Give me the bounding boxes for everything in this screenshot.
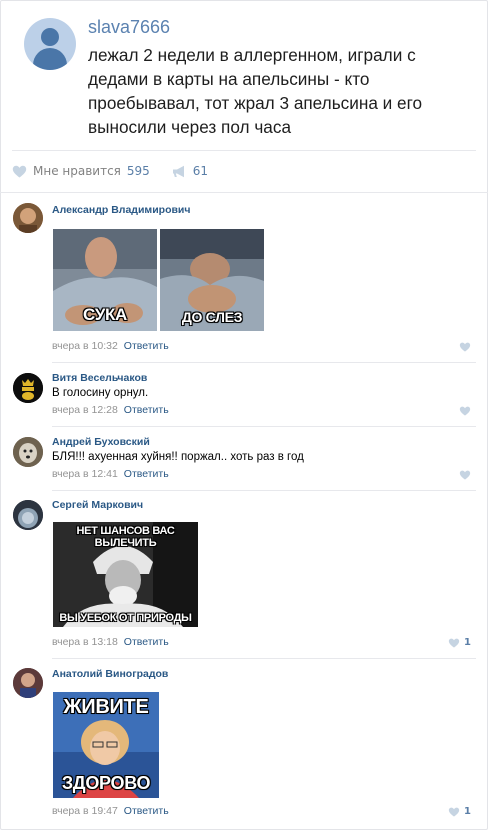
heart-icon[interactable]	[12, 165, 27, 178]
commenter-avatar[interactable]	[13, 668, 43, 698]
comment-time[interactable]: вчера в 12:41	[52, 468, 118, 480]
comment-time[interactable]: вчера в 12:28	[52, 404, 118, 416]
avatar-photo	[13, 668, 43, 698]
comment-like-count[interactable]: 1	[464, 806, 471, 817]
post-actions: Мне нравится 595 61	[12, 162, 208, 180]
comment-meta: вчера в 12:28 Ответить	[52, 404, 169, 416]
reply-link[interactable]: Ответить	[124, 805, 169, 817]
comment-meta: вчера в 13:18 Ответить	[52, 636, 169, 648]
comments-divider	[0, 192, 488, 193]
comment-divider	[52, 426, 476, 427]
meme-bottom-caption: ВЫ УЕБОК ОТ ПРИРОДЫ	[59, 612, 192, 624]
like-count[interactable]: 595	[127, 164, 150, 178]
commenter-avatar[interactable]	[13, 500, 43, 530]
comment-like[interactable]	[459, 342, 471, 352]
heart-icon[interactable]	[459, 342, 471, 352]
author-avatar[interactable]	[24, 18, 76, 70]
comment-time[interactable]: вчера в 13:18	[52, 636, 118, 648]
avatar-photo	[13, 500, 43, 530]
avatar-photo	[13, 203, 43, 233]
comment-text: БЛЯ!!! ахуенная хуйня!! поржал.. хоть ра…	[52, 451, 304, 463]
comment-divider	[52, 362, 476, 363]
comment-meta: вчера в 19:47 Ответить	[52, 805, 169, 817]
meme-image[interactable]: ДО СЛЕЗ	[160, 229, 264, 331]
meme-image[interactable]: СУКА	[53, 229, 157, 331]
heart-icon[interactable]	[459, 470, 471, 480]
reply-link[interactable]: Ответить	[124, 340, 169, 352]
meme-image[interactable]: ЖИВИТЕ ЗДОРОВО	[53, 692, 159, 798]
commenter-name[interactable]: Александр Владимирович	[52, 204, 190, 216]
commenter-name[interactable]: Андрей Буховский	[52, 436, 150, 448]
heart-icon[interactable]	[459, 406, 471, 416]
avatar-body-shape	[33, 48, 67, 70]
reply-link[interactable]: Ответить	[124, 404, 169, 416]
comment-like-count[interactable]: 1	[464, 637, 471, 648]
post-text: лежал 2 недели в аллергенном, играли с д…	[88, 45, 423, 137]
commenter-name[interactable]: Сергей Маркович	[52, 499, 143, 511]
comment-like[interactable]	[459, 406, 471, 416]
reply-link[interactable]: Ответить	[124, 636, 169, 648]
commenter-avatar[interactable]	[13, 203, 43, 233]
comment-divider	[52, 490, 476, 491]
commenter-avatar[interactable]	[13, 437, 43, 467]
comment-like[interactable]	[459, 470, 471, 480]
comment-time[interactable]: вчера в 10:32	[52, 340, 118, 352]
comment-meta: вчера в 12:41 Ответить	[52, 468, 169, 480]
meme-bottom-caption: ЗДОРОВО	[61, 773, 151, 793]
share-count[interactable]: 61	[193, 164, 208, 178]
reply-link[interactable]: Ответить	[124, 468, 169, 480]
commenter-name[interactable]: Витя Весельчаков	[52, 372, 147, 384]
comment-like[interactable]: 1	[448, 806, 471, 817]
comment-like[interactable]: 1	[448, 637, 471, 648]
share-megaphone-icon[interactable]	[172, 165, 187, 178]
meme-image[interactable]: НЕТ ШАНСОВ ВАС ВЫЛЕЧИТЬ ВЫ УЕБОК ОТ ПРИР…	[53, 522, 198, 627]
commenter-name[interactable]: Анатолий Виноградов	[52, 668, 168, 680]
avatar-photo	[13, 373, 43, 403]
comment-meta: вчера в 10:32 Ответить	[52, 340, 169, 352]
post-divider	[12, 150, 476, 151]
meme-top-caption: ЖИВИТЕ	[63, 696, 149, 718]
avatar-head-shape	[41, 28, 59, 46]
heart-icon[interactable]	[448, 638, 460, 648]
meme-caption: СУКА	[82, 305, 128, 324]
meme-caption: ДО СЛЕЗ	[181, 309, 243, 325]
post-author-name[interactable]: slava7666	[88, 17, 170, 38]
avatar-photo	[13, 437, 43, 467]
heart-icon[interactable]	[448, 807, 460, 817]
comment-time[interactable]: вчера в 19:47	[52, 805, 118, 817]
comment-text: В голосину орнул.	[52, 387, 149, 399]
meme-top-caption: НЕТ ШАНСОВ ВАС ВЫЛЕЧИТЬ	[76, 525, 175, 549]
comment-divider	[52, 658, 476, 659]
commenter-avatar[interactable]	[13, 373, 43, 403]
like-label[interactable]: Мне нравится	[33, 164, 121, 178]
